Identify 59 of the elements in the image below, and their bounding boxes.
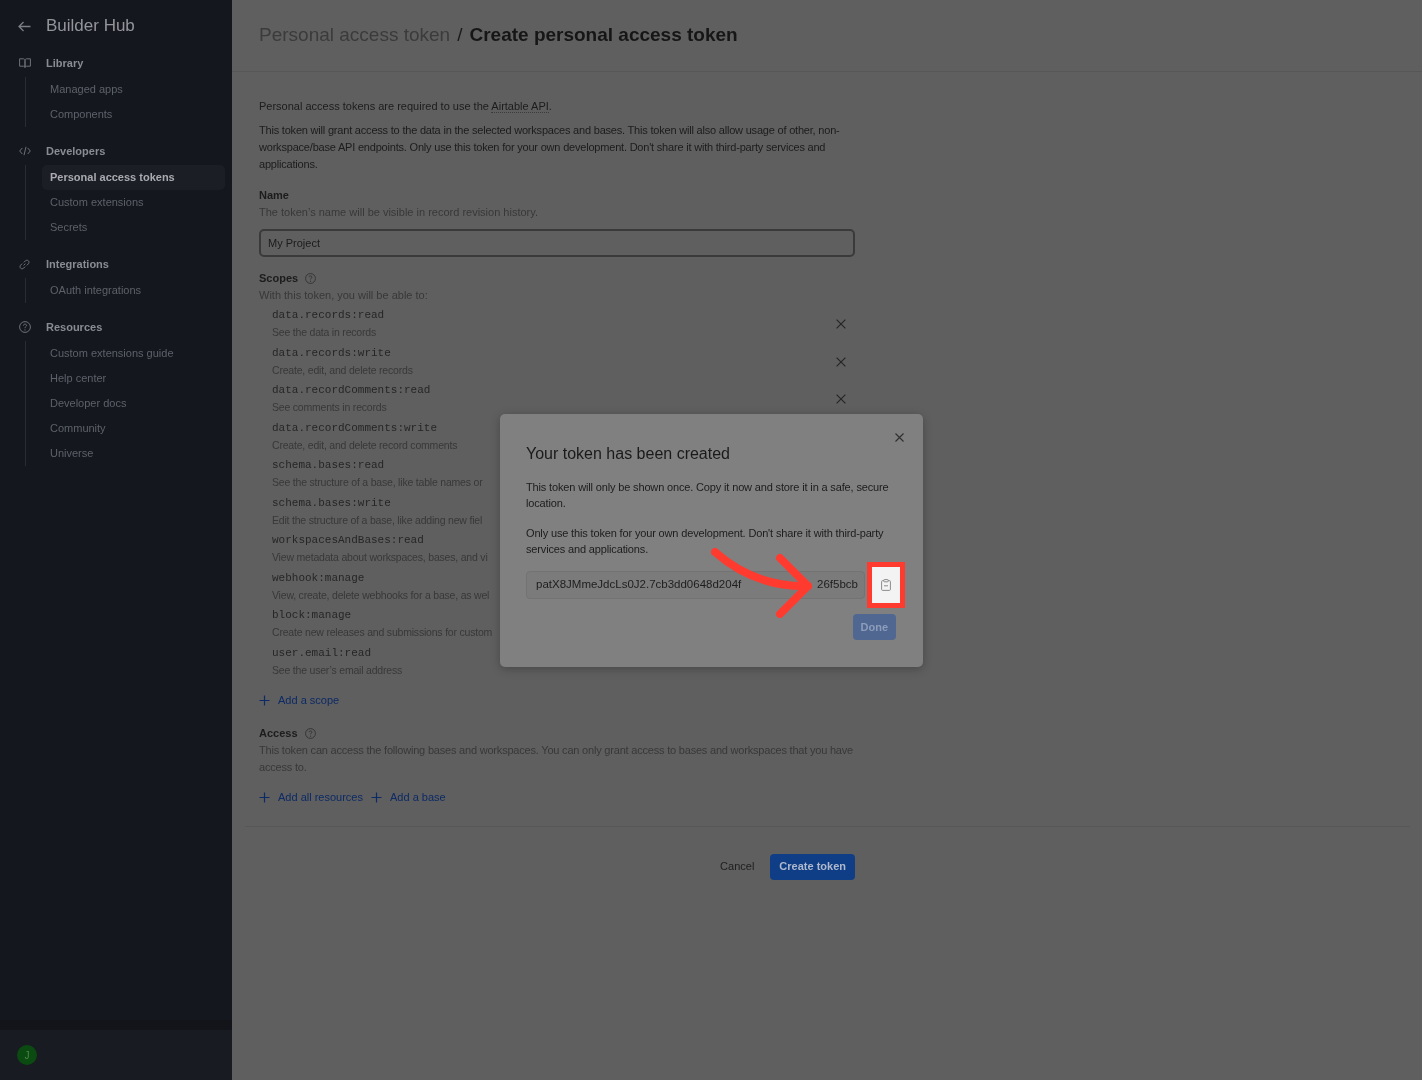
cancel-button[interactable]: Cancel xyxy=(720,858,755,875)
dialog-text: Only use this token for your own development. Don't share it with third-party services and applications. xyxy=(526,526,885,557)
sidebar-item[interactable]: Custom extensions guide xyxy=(42,341,225,366)
plus-icon xyxy=(371,791,382,803)
help-icon xyxy=(19,321,31,333)
sidebar-section-label: Integrations xyxy=(46,256,109,272)
back-arrow-icon[interactable] xyxy=(18,20,31,32)
sidebar-item[interactable]: Custom extensions xyxy=(42,190,225,215)
plus-icon xyxy=(259,694,270,706)
field-label: Scopes xyxy=(259,271,299,286)
sidebar-section-label: Library xyxy=(46,55,84,71)
code-icon xyxy=(19,146,31,156)
sidebar-item[interactable]: OAuth integrations xyxy=(42,278,225,303)
scope-name: data.recordComments:write xyxy=(272,420,439,436)
sidebar-item[interactable]: Secrets xyxy=(42,215,225,240)
field-label: Access xyxy=(259,725,298,741)
create-token-button[interactable]: Create token xyxy=(770,853,855,880)
app-title: Builder Hub xyxy=(46,15,135,38)
scope-name: data.recordComments:read xyxy=(272,383,431,398)
description-text: This token will grant access to the data in the selected workspaces and bases. This token will also allow usage of other, non-workspace/base API endpoints. Only use this token for your own development. Don't share it with third-party services and applications. xyxy=(259,123,841,172)
scope-name: schema.bases:read xyxy=(272,458,386,473)
scope-name: schema.bases:write xyxy=(272,495,392,511)
scope-name: data.records:read xyxy=(272,308,385,323)
sidebar-item[interactable]: Community xyxy=(42,416,225,441)
intro-text: Personal access tokens are required to use the Airtable API. xyxy=(259,99,553,115)
remove-icon[interactable] xyxy=(836,394,846,404)
add-resource-link[interactable]: Add all resources xyxy=(259,788,363,806)
breadcrumb-separator: / xyxy=(457,23,463,48)
scope-name: workspacesAndBases:read xyxy=(272,533,425,548)
help-icon[interactable] xyxy=(305,273,317,284)
book-icon xyxy=(19,58,31,68)
plus-icon xyxy=(259,791,270,803)
scope-name: user.email:read xyxy=(272,645,373,661)
scope-name: block:manage xyxy=(272,608,353,623)
scope-name: webhook:manage xyxy=(272,570,366,586)
sidebar-item[interactable]: Personal access tokens xyxy=(42,165,225,190)
close-icon[interactable] xyxy=(895,433,904,442)
help-icon[interactable] xyxy=(304,727,316,739)
sidebar-item[interactable]: Managed apps xyxy=(42,77,225,102)
add-scope-link[interactable]: Add a scope xyxy=(259,691,340,709)
sidebar-item[interactable]: Help center xyxy=(42,366,225,391)
name-input[interactable]: My Project xyxy=(259,229,855,257)
sidebar-item[interactable]: Developer docs xyxy=(42,391,225,416)
link-icon xyxy=(19,258,30,270)
remove-icon[interactable] xyxy=(836,319,846,329)
sidebar-section-label: Resources xyxy=(46,319,103,335)
page-title: Create personal access token xyxy=(469,23,738,48)
sidebar-item[interactable]: Universe xyxy=(42,441,225,466)
clipboard-icon xyxy=(881,579,891,591)
add-resource-link[interactable]: Add a base xyxy=(371,788,446,806)
sidebar-section-label: Developers xyxy=(46,143,106,159)
sidebar-item[interactable]: Components xyxy=(42,102,225,127)
field-label: Name xyxy=(259,188,290,203)
dialog-title: Your token has been created xyxy=(526,444,731,464)
airtable-api-link[interactable]: Airtable API xyxy=(491,100,549,113)
token-field[interactable]: patX8JMmeJdcLs0J2.7cb3dd0648d204f 26f5bcb xyxy=(526,571,865,599)
dialog-text: This token will only be shown once. Copy it now and store it in a safe, secure location. xyxy=(526,480,890,511)
remove-icon[interactable] xyxy=(836,356,846,367)
scope-name: data.records:write xyxy=(272,345,392,361)
